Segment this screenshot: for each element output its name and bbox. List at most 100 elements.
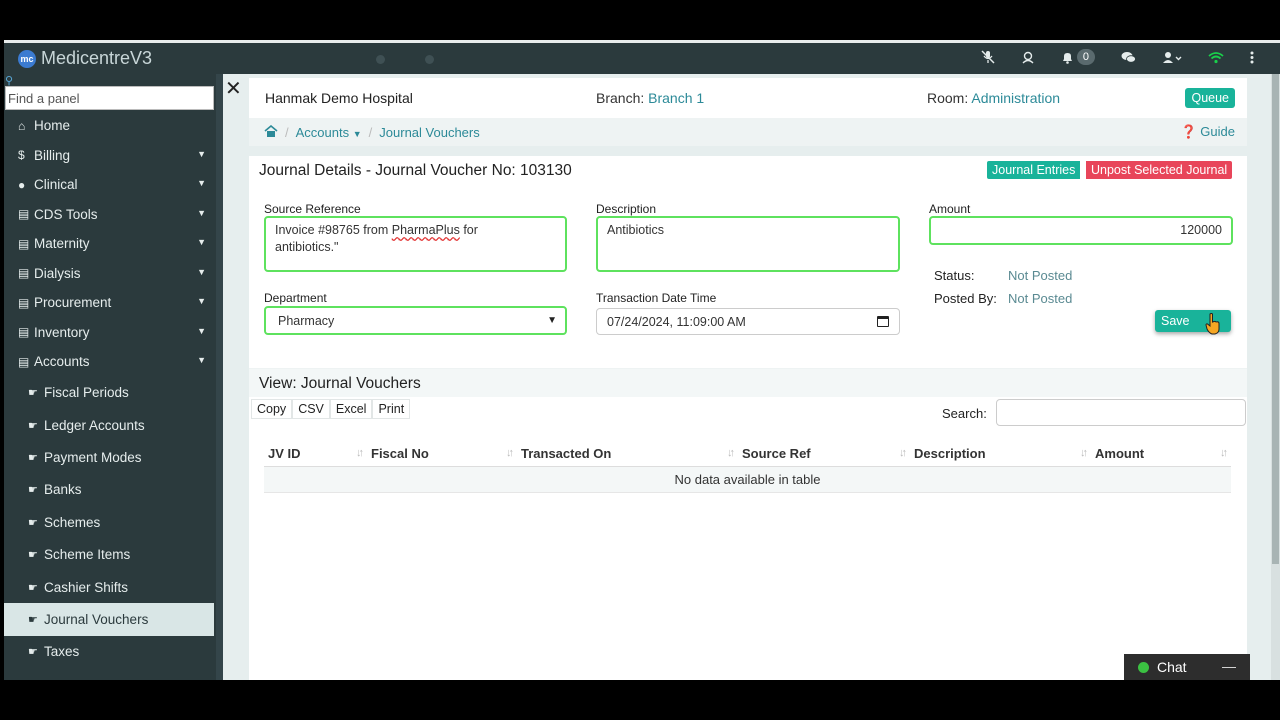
more-vertical-icon[interactable] [1250, 51, 1254, 64]
calendar-icon[interactable] [877, 316, 889, 327]
journal-details-card: Journal Details - Journal Voucher No: 10… [249, 156, 1247, 680]
sidebar-item-inventory[interactable]: ▤ Inventory ▼ [4, 318, 214, 348]
queue-button[interactable]: Queue [1185, 88, 1235, 108]
source-reference-textarea[interactable]: Invoice #98765 from PharmaPlus for antib… [264, 216, 567, 272]
transaction-datetime-input[interactable]: 07/24/2024, 11:09:00 AM [596, 308, 900, 335]
minimize-icon[interactable]: — [1222, 658, 1236, 674]
table-search-input[interactable] [996, 399, 1246, 426]
hand-pointer-icon: ☛ [28, 613, 38, 626]
sidebar-item-cds-tools[interactable]: ▤ CDS Tools ▼ [4, 200, 214, 230]
main-scrollbar-thumb[interactable] [1272, 74, 1279, 564]
branch-link[interactable]: Branch 1 [648, 90, 704, 106]
description-textarea[interactable]: Antibiotics [596, 216, 900, 272]
sidebar-item-label: CDS Tools [34, 206, 98, 222]
posted-by-value: Not Posted [1008, 291, 1073, 306]
notifications-count-badge: 0 [1076, 49, 1095, 65]
breadcrumb-separator: / [285, 124, 289, 140]
sidebar-item-maternity[interactable]: ▤ Maternity ▼ [4, 229, 214, 259]
sort-icon: ↓↑ [1220, 447, 1228, 459]
amount-input[interactable]: 120000 [929, 216, 1233, 245]
column-header-source-ref[interactable]: Source Ref ↓↑ [738, 441, 910, 467]
support-agent-icon[interactable] [1021, 50, 1035, 64]
brand[interactable]: mc MedicentreV3 [18, 48, 152, 69]
column-label: JV ID [268, 446, 301, 461]
transaction-datetime-value: 07/24/2024, 11:09:00 AM [607, 314, 746, 329]
guide-label: Guide [1200, 124, 1235, 139]
sidebar-item-label: Accounts [34, 354, 90, 370]
mute-microphone-icon[interactable] [981, 50, 995, 64]
sort-icon: ↓↑ [899, 447, 907, 459]
column-header-description[interactable]: Description ↓↑ [910, 441, 1091, 467]
top-icons: 0 [955, 49, 1254, 65]
sidebar-item-clinical[interactable]: ● Clinical ▼ [4, 170, 214, 200]
breadcrumb-accounts-label: Accounts [295, 124, 350, 140]
journal-entries-button[interactable]: Journal Entries [987, 161, 1081, 179]
breadcrumb-home-icon[interactable] [264, 124, 278, 140]
sort-icon: ↓↑ [1080, 447, 1088, 459]
notifications-bell-icon[interactable]: 0 [1061, 49, 1095, 65]
print-button[interactable]: Print [372, 399, 411, 419]
home-icon: ⌂ [18, 118, 26, 133]
sidebar-item-billing[interactable]: $ Billing ▼ [4, 141, 214, 171]
room-link[interactable]: Administration [971, 90, 1060, 106]
context-header: Hanmak Demo Hospital Branch: Branch 1 Ro… [249, 78, 1247, 118]
guide-link[interactable]: ❓ Guide [1180, 124, 1235, 140]
source-reference-text-end: for [459, 223, 478, 237]
sidebar-subitem-banks[interactable]: ☛ Banks [4, 474, 214, 506]
source-reference-text: Invoice #98765 from [275, 223, 392, 237]
chevron-down-icon: ▼ [197, 237, 206, 247]
sidebar-subitem-fiscal-periods[interactable]: ☛ Fiscal Periods [4, 377, 214, 409]
hand-pointer-icon: ☛ [28, 646, 38, 659]
breadcrumb-current[interactable]: Journal Vouchers [379, 125, 479, 140]
wifi-connection-icon [1208, 51, 1224, 64]
messages-chat-icon[interactable] [1121, 51, 1136, 64]
department-label: Department [264, 291, 327, 305]
sidebar-subitem-scheme-items[interactable]: ☛ Scheme Items [4, 538, 214, 570]
department-select[interactable]: Pharmacy ▼ [264, 306, 567, 335]
main-scrollbar[interactable] [1271, 74, 1280, 680]
user-menu-icon[interactable] [1162, 51, 1182, 64]
sidebar-item-accounts[interactable]: ▤ Accounts ▼ [4, 347, 214, 377]
sidebar-item-procurement[interactable]: ▤ Procurement ▼ [4, 288, 214, 318]
chat-widget[interactable]: Chat — [1124, 654, 1250, 680]
sidebar-subitem-ledger-accounts[interactable]: ☛ Ledger Accounts [4, 409, 214, 441]
breadcrumb-accounts[interactable]: Accounts ▼ [296, 125, 362, 140]
hand-cursor-icon [1205, 313, 1220, 335]
excel-button[interactable]: Excel [329, 399, 373, 419]
sidebar-subitem-payment-modes[interactable]: ☛ Payment Modes [4, 441, 214, 473]
branch-info: Branch: Branch 1 [596, 90, 704, 106]
close-sidebar-icon[interactable]: ✕ [225, 76, 242, 101]
chat-label: Chat [1157, 659, 1187, 675]
column-header-transacted-on[interactable]: Transacted On ↓↑ [517, 441, 738, 467]
document-icon: ▤ [18, 207, 30, 222]
amount-label: Amount [929, 202, 971, 216]
sidebar-item-label: Inventory [34, 324, 90, 340]
copy-button[interactable]: Copy [251, 399, 293, 419]
unpost-journal-button[interactable]: Unpost Selected Journal [1086, 161, 1233, 179]
column-header-fiscal-no[interactable]: Fiscal No ↓↑ [367, 441, 517, 467]
column-header-jv-id[interactable]: JV ID ↓↑ [264, 441, 367, 467]
table-header-row: JV ID ↓↑ Fiscal No ↓↑ Transacted On ↓↑ Sour… [264, 441, 1231, 467]
sidebar-scrollbar[interactable] [216, 74, 223, 680]
sidebar-item-home[interactable]: ⌂ Home [4, 111, 214, 141]
document-icon: ▤ [18, 325, 30, 340]
sidebar-item-dialysis[interactable]: ▤ Dialysis ▼ [4, 259, 214, 289]
column-header-amount[interactable]: Amount ↓↑ [1091, 441, 1231, 467]
sidebar-subitem-journal-vouchers[interactable]: ☛ Journal Vouchers [4, 603, 214, 636]
column-label: Amount [1095, 446, 1145, 461]
csv-button[interactable]: CSV [292, 399, 330, 419]
sidebar-item-label: Maternity [34, 236, 90, 252]
caret-down-icon: ▼ [352, 128, 362, 139]
chevron-down-icon: ▼ [197, 207, 206, 218]
sidebar-subitem-schemes[interactable]: ☛ Schemes [4, 506, 214, 538]
find-panel-input[interactable] [5, 86, 214, 110]
table-search-label: Search: [942, 406, 987, 421]
status-label: Status: [934, 268, 975, 283]
chevron-down-icon: ▼ [547, 315, 557, 326]
sidebar-subitem-label: Payment Modes [44, 449, 142, 465]
sidebar-subitem-taxes[interactable]: ☛ Taxes [4, 636, 214, 668]
sidebar-subitem-cashier-shifts[interactable]: ☛ Cashier Shifts [4, 571, 214, 603]
transaction-date-label: Transaction Date Time [596, 291, 717, 305]
hand-pointer-icon: ☛ [28, 581, 38, 594]
sidebar-subitem-label: Journal Vouchers [44, 611, 149, 627]
